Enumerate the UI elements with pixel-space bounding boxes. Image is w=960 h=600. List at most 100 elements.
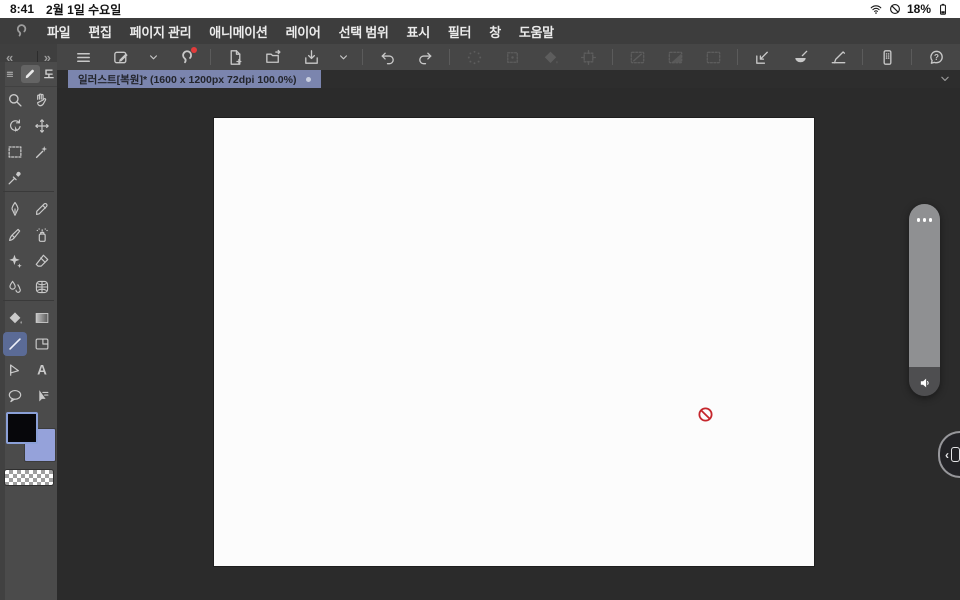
tool-polyline[interactable] bbox=[3, 358, 27, 382]
tool-auto-select[interactable] bbox=[30, 140, 54, 164]
redo-button[interactable] bbox=[412, 46, 438, 68]
tool-text[interactable]: A bbox=[30, 358, 54, 382]
tab-overflow-chevron-icon[interactable] bbox=[938, 72, 952, 86]
menu-file[interactable]: 파일 bbox=[47, 22, 71, 41]
move-icon bbox=[33, 117, 51, 135]
undo-button[interactable] bbox=[374, 46, 400, 68]
snap-to-special-ruler-button[interactable] bbox=[787, 46, 813, 68]
volume-slider-overlay[interactable] bbox=[909, 204, 940, 396]
brush-icon bbox=[6, 226, 24, 244]
line-icon bbox=[6, 335, 24, 353]
notification-badge bbox=[191, 47, 197, 53]
menu-animation[interactable]: 애니메이션 bbox=[209, 22, 268, 41]
marker-pen-icon bbox=[33, 200, 51, 218]
spray-select-icon bbox=[465, 48, 484, 67]
foreground-color-swatch[interactable] bbox=[6, 412, 38, 444]
tool-row: A bbox=[0, 357, 57, 383]
menu-selection[interactable]: 선택 범위 bbox=[339, 22, 389, 41]
status-bar: 8:41 2월 1일 수요일 18% bbox=[0, 0, 960, 18]
figure-grid-icon bbox=[33, 278, 51, 296]
menu-filter[interactable]: 필터 bbox=[448, 22, 472, 41]
tool-row bbox=[0, 139, 57, 165]
tool-frame-border[interactable] bbox=[30, 332, 54, 356]
current-subtool-button[interactable] bbox=[20, 65, 40, 83]
edit-shortcut-button[interactable] bbox=[108, 46, 134, 68]
box-gradient-icon bbox=[666, 48, 685, 67]
companion-mode-button[interactable] bbox=[874, 46, 900, 68]
tool-select-area[interactable] bbox=[3, 140, 27, 164]
document-tab-bar: 일러스트[복원]* (1600 x 1200px 72dpi 100.0%) bbox=[57, 70, 960, 88]
toolbar-separator bbox=[362, 49, 363, 65]
crop-frame-icon bbox=[579, 48, 598, 67]
pen-box-icon bbox=[112, 48, 131, 67]
toolbar-group bbox=[749, 46, 851, 68]
menu-help[interactable]: 도움말 bbox=[519, 22, 554, 41]
tool-row bbox=[0, 248, 57, 274]
tool-eyedropper[interactable] bbox=[3, 166, 27, 190]
date: 2월 1일 수요일 bbox=[46, 2, 122, 17]
edit-shortcut-dropdown-button[interactable] bbox=[146, 46, 161, 68]
tool-balloon[interactable] bbox=[3, 384, 27, 408]
palette-menu-icon[interactable] bbox=[5, 68, 17, 80]
clip-studio-app-button[interactable] bbox=[173, 46, 199, 68]
tool-fill[interactable] bbox=[3, 306, 27, 330]
tool-decoration[interactable] bbox=[3, 249, 27, 273]
tool-eraser[interactable] bbox=[30, 249, 54, 273]
new-canvas-button[interactable] bbox=[222, 46, 248, 68]
tool-figure[interactable] bbox=[30, 275, 54, 299]
tool-zoom[interactable] bbox=[3, 88, 27, 112]
tab-modified-dot bbox=[306, 76, 312, 82]
tool-hand[interactable] bbox=[30, 88, 54, 112]
toolbar-group bbox=[70, 46, 199, 68]
folder-open-icon bbox=[264, 48, 283, 67]
document-tab[interactable]: 일러스트[복원]* (1600 x 1200px 72dpi 100.0%) bbox=[68, 70, 322, 88]
tool-move-layer[interactable] bbox=[30, 114, 54, 138]
main-menu-button[interactable] bbox=[70, 46, 96, 68]
toolbar-group bbox=[624, 46, 726, 68]
open-file-button[interactable] bbox=[260, 46, 286, 68]
chevron-down-icon bbox=[147, 51, 160, 64]
save-dropdown-button[interactable] bbox=[336, 46, 351, 68]
menu-layer[interactable]: 레이어 bbox=[286, 22, 321, 41]
palette-label: 도 bbox=[43, 69, 54, 81]
frame-border-icon bbox=[33, 335, 51, 353]
tool-blend[interactable] bbox=[3, 275, 27, 299]
tool-line[interactable] bbox=[3, 332, 28, 356]
reselect-button[interactable] bbox=[499, 46, 525, 68]
selection-launcher-button[interactable] bbox=[700, 46, 726, 68]
save-button[interactable] bbox=[298, 46, 324, 68]
menu-window[interactable]: 창 bbox=[489, 22, 501, 41]
airbrush-icon bbox=[33, 226, 51, 244]
device-outline-icon bbox=[951, 447, 960, 462]
tool-brush[interactable] bbox=[3, 223, 27, 247]
help-button[interactable]: ? bbox=[923, 46, 949, 68]
wand-icon bbox=[33, 143, 51, 161]
menu-edit[interactable]: 편집 bbox=[88, 22, 112, 41]
selection-tone-button[interactable] bbox=[662, 46, 688, 68]
fill-selection-button[interactable] bbox=[537, 46, 563, 68]
crop-selection-button[interactable] bbox=[575, 46, 601, 68]
gradient-square-icon bbox=[33, 309, 51, 327]
do-not-disturb-icon bbox=[888, 2, 902, 16]
deselect-button[interactable] bbox=[461, 46, 487, 68]
snap-to-ruler-button[interactable] bbox=[749, 46, 775, 68]
edge-handle-chevron: ‹ bbox=[945, 447, 949, 462]
toolbar-group bbox=[461, 46, 601, 68]
menu-page-management[interactable]: 페이지 관리 bbox=[130, 22, 192, 41]
volume-more-options-icon[interactable] bbox=[909, 218, 940, 222]
chevron-down-icon bbox=[337, 51, 350, 64]
menu-view[interactable]: 표시 bbox=[407, 22, 431, 41]
document-canvas[interactable] bbox=[214, 118, 814, 566]
selection-line-button[interactable] bbox=[624, 46, 650, 68]
snap-to-grid-button[interactable] bbox=[825, 46, 851, 68]
tool-marker[interactable] bbox=[30, 197, 54, 221]
tool-object[interactable] bbox=[30, 384, 54, 408]
toolbar-group bbox=[374, 46, 438, 68]
tool-pen[interactable] bbox=[3, 197, 27, 221]
tool-gradient[interactable] bbox=[30, 306, 54, 330]
svg-text:?: ? bbox=[934, 52, 939, 61]
transparent-color-swatch[interactable] bbox=[3, 469, 54, 486]
tool-airbrush[interactable] bbox=[30, 223, 54, 247]
clip-studio-logo-icon bbox=[12, 22, 30, 40]
tool-rotate-canvas[interactable] bbox=[3, 114, 27, 138]
